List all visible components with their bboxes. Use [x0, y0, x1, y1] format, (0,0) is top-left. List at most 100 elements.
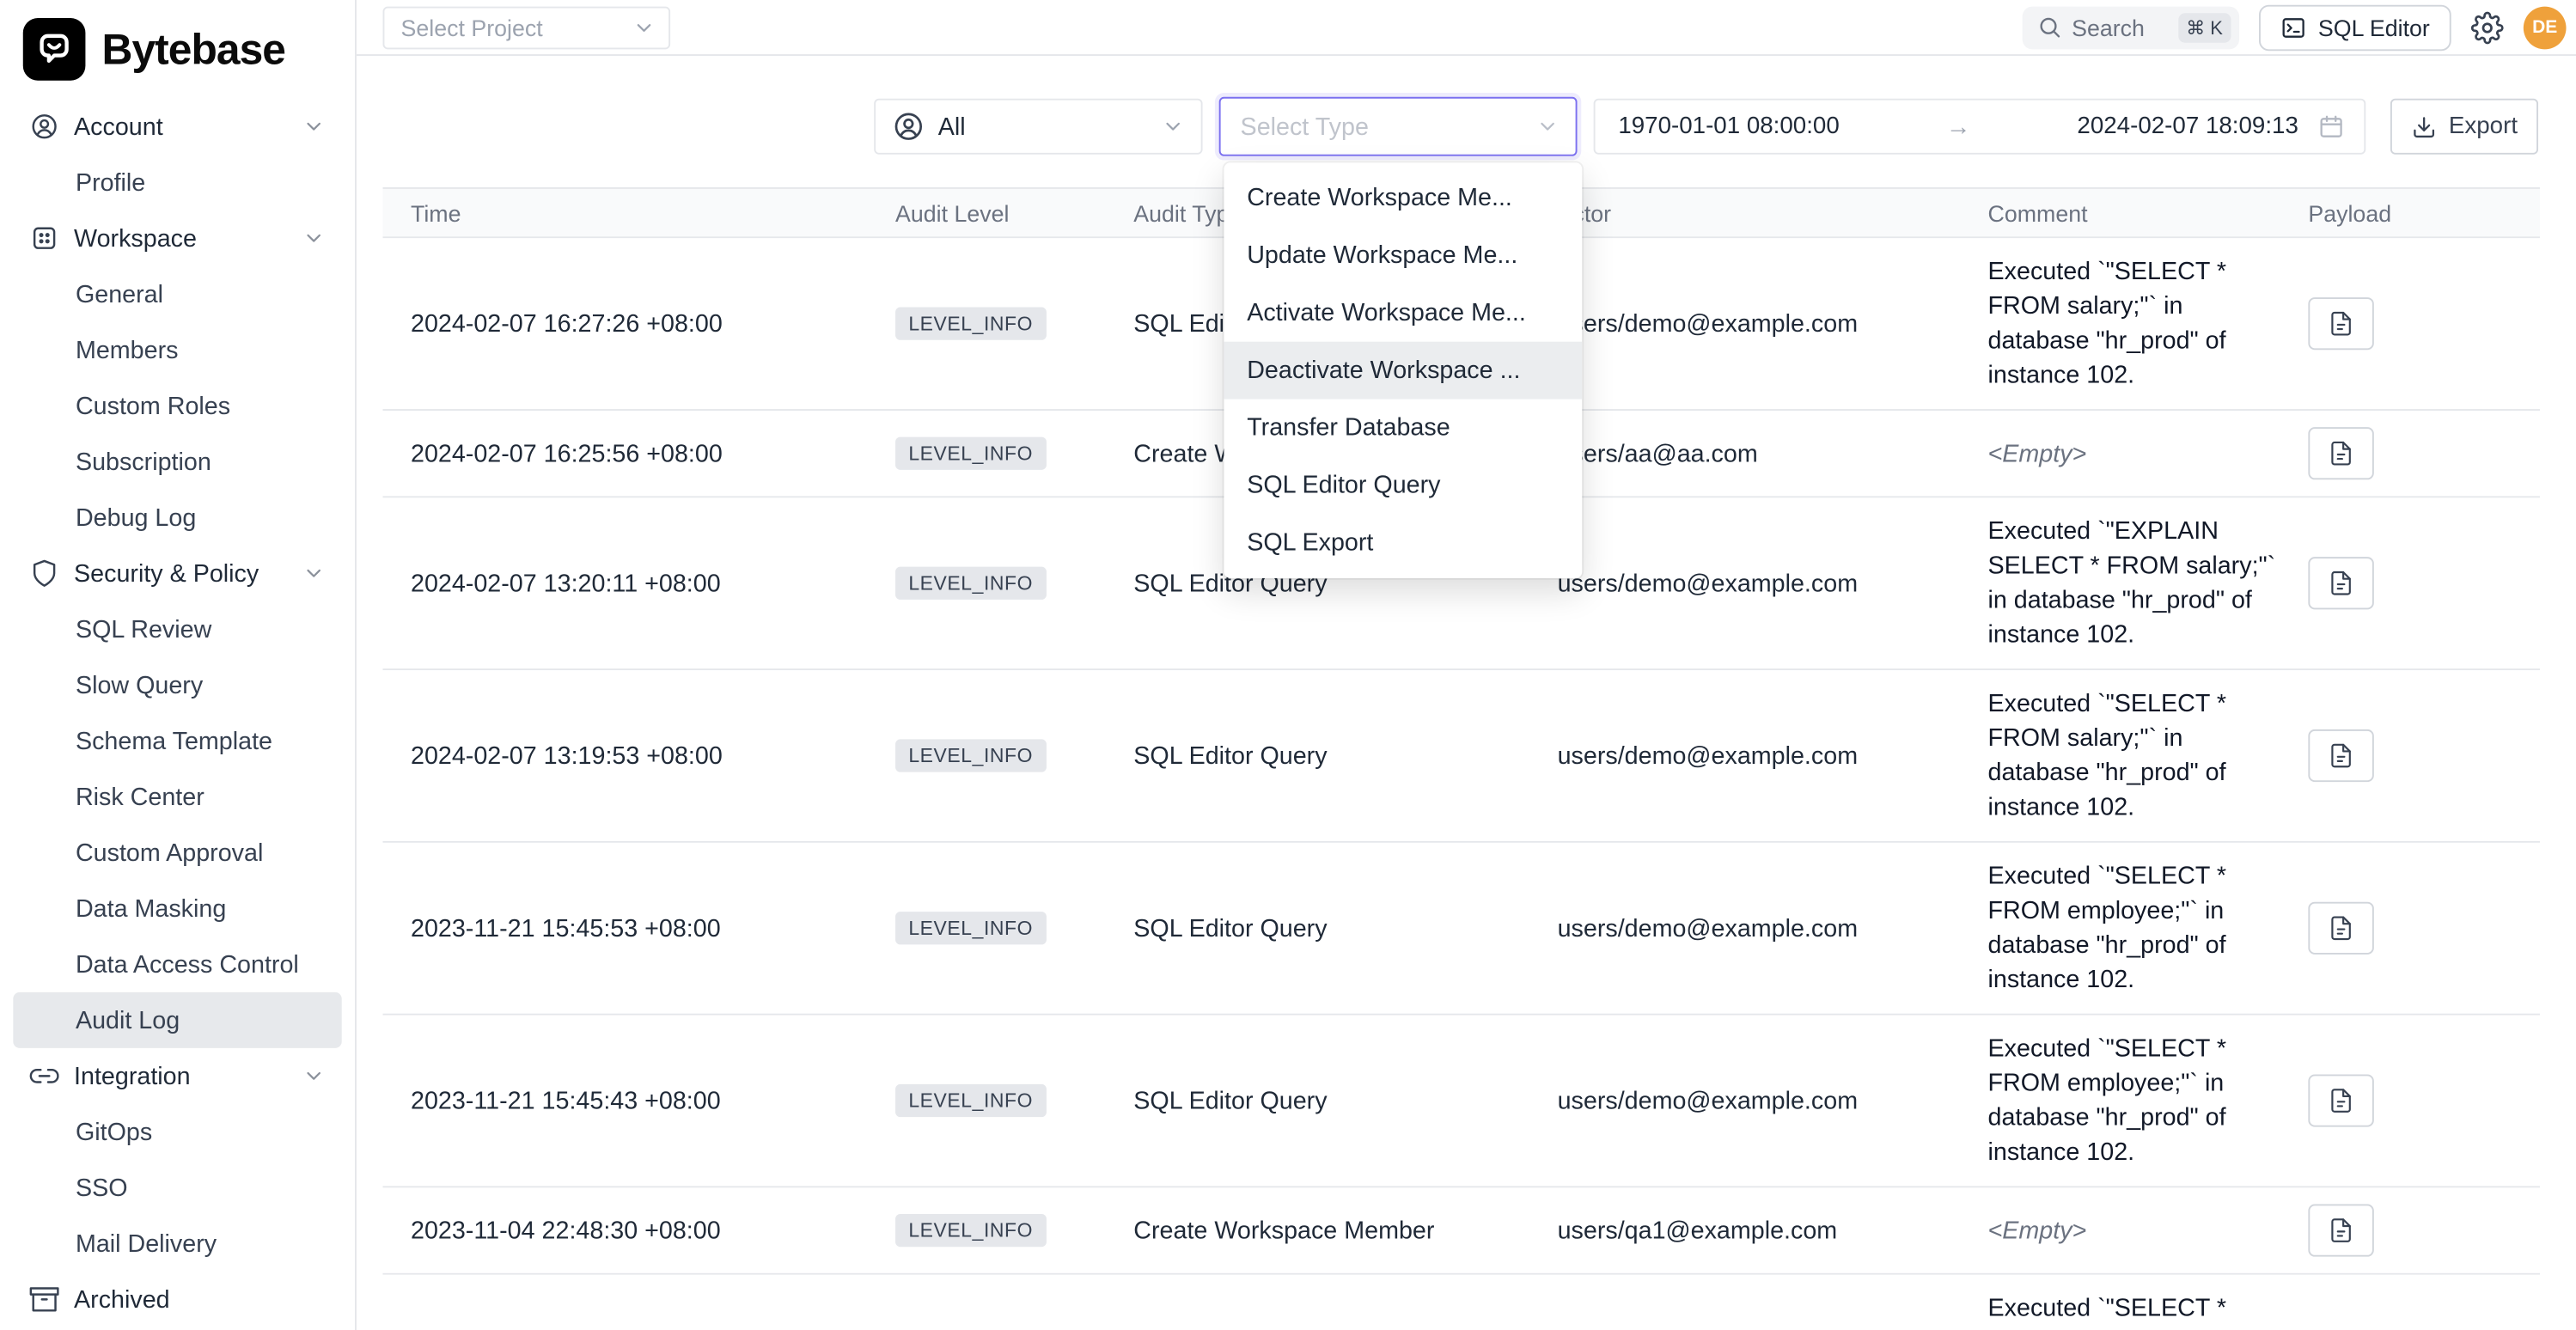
cell-time: 2023-11-04 22:48:30 +08:00 [382, 1217, 867, 1245]
type-menu-item[interactable]: Deactivate Workspace ... [1224, 342, 1582, 400]
cell-audit-level: LEVEL_INFO [868, 437, 1106, 470]
cell-payload [2280, 902, 2540, 955]
sidebar-item-profile[interactable]: Profile [13, 155, 341, 210]
cell-payload [2280, 1074, 2540, 1126]
comment-text: Executed `"SELECT * FROM employee;"` in … [1988, 863, 2226, 994]
sidebar-item-sql-review[interactable]: SQL Review [13, 601, 341, 657]
topbar-right-group: Search ⌘ K SQL Editor DE [2023, 4, 2567, 51]
sidebar-item-custom-roles[interactable]: Custom Roles [13, 378, 341, 434]
type-menu-item[interactable]: SQL Editor Query [1224, 457, 1582, 515]
sidebar-label: Workspace [74, 224, 197, 253]
sidebar-item-sso[interactable]: SSO [13, 1160, 341, 1216]
chevron-down-icon [302, 1065, 326, 1088]
sidebar-item-debug-log[interactable]: Debug Log [13, 490, 341, 546]
sidebar-section-security-policy[interactable]: Security & Policy [13, 546, 341, 601]
sidebar-label: Schema Template [76, 727, 272, 755]
sidebar-label: Custom Approval [76, 839, 263, 867]
comment-text: Executed `"EXPLAIN SELECT * FROM salary;… [1988, 517, 2276, 649]
level-badge: LEVEL_INFO [895, 739, 1046, 772]
level-badge: LEVEL_INFO [895, 567, 1046, 600]
cell-actor: users/demo@example.com [1529, 570, 1960, 598]
type-menu-item[interactable]: Create Workspace Me... [1224, 169, 1582, 227]
file-icon [2328, 915, 2354, 942]
sidebar-item-schema-template[interactable]: Schema Template [13, 713, 341, 769]
payload-view-button[interactable] [2308, 1204, 2373, 1256]
actor-filter-select[interactable]: All [874, 99, 1202, 155]
column-header-time: Time [382, 199, 867, 226]
payload-view-button[interactable] [2308, 297, 2373, 350]
sidebar-label: Members [76, 336, 179, 364]
date-range-start[interactable]: 1970-01-01 08:00:00 [1618, 113, 1839, 140]
sidebar-item-mail-delivery[interactable]: Mail Delivery [13, 1216, 341, 1272]
payload-view-button[interactable] [2308, 557, 2373, 609]
cell-audit-level: LEVEL_INFO [868, 739, 1106, 772]
sidebar-item-members[interactable]: Members [13, 322, 341, 378]
sidebar-label: Subscription [76, 448, 211, 476]
cell-time: 2023-11-21 15:45:53 +08:00 [382, 914, 867, 943]
chevron-down-icon [302, 115, 326, 138]
sidebar-label: Data Masking [76, 894, 226, 923]
calendar-icon[interactable] [2318, 113, 2345, 140]
sidebar-section-integration[interactable]: Integration [13, 1048, 341, 1104]
cell-time: 2024-02-07 13:20:11 +08:00 [382, 570, 867, 598]
export-button[interactable]: Export [2390, 99, 2538, 155]
sidebar-item-risk-center[interactable]: Risk Center [13, 769, 341, 825]
sql-editor-button[interactable]: SQL Editor [2259, 4, 2451, 51]
cell-time: 2023-11-21 15:45:43 +08:00 [382, 1087, 867, 1115]
cell-actor: users/demo@example.com [1529, 741, 1960, 770]
date-range-end[interactable]: 2024-02-07 18:09:13 [2077, 113, 2298, 140]
sidebar-section-account[interactable]: Account [13, 99, 341, 155]
cell-audit-type: SQL Editor Query [1106, 741, 1529, 770]
sidebar-nav: Account Profile Workspace General Member… [0, 92, 355, 1327]
cell-comment: Executed `"SELECT * FROM employee;"` in … [1960, 1032, 2280, 1170]
cell-audit-type: Create Workspace Member [1106, 1217, 1529, 1245]
table-row: 2023-11-04 21:26:24 +08:00 LEVEL_INFO SQ… [382, 1275, 2539, 1330]
user-circle-icon [29, 112, 58, 141]
type-menu-item[interactable]: Transfer Database [1224, 400, 1582, 457]
cell-comment: Executed `"EXPLAIN SELECT * FROM salary;… [1960, 514, 2280, 652]
bytebase-app: Bytebase Account Profile Workspace Gener… [0, 0, 2576, 1330]
chevron-down-icon [302, 562, 326, 585]
date-range-picker[interactable]: 1970-01-01 08:00:00 → 2024-02-07 18:09:1… [1594, 99, 2366, 155]
search-input[interactable]: Search ⌘ K [2023, 6, 2239, 49]
sidebar-label: Profile [76, 168, 145, 197]
sidebar-item-slow-query[interactable]: Slow Query [13, 657, 341, 713]
type-menu-item[interactable]: Activate Workspace Me... [1224, 284, 1582, 342]
cell-actor: users/qa1@example.com [1529, 1217, 1960, 1245]
level-badge: LEVEL_INFO [895, 912, 1046, 944]
payload-view-button[interactable] [2308, 902, 2373, 955]
type-filter-select[interactable]: Select Type [1219, 97, 1578, 156]
sidebar-label: Slow Query [76, 671, 203, 699]
payload-view-button[interactable] [2308, 427, 2373, 479]
cell-time: 2024-02-07 16:25:56 +08:00 [382, 439, 867, 467]
sidebar-item-general[interactable]: General [13, 266, 341, 322]
type-menu-item[interactable]: SQL Export [1224, 514, 1582, 571]
comment-text: <Empty> [1988, 439, 2087, 467]
settings-gear-icon[interactable] [2471, 10, 2504, 43]
cell-audit-type: SQL Editor Query [1106, 1087, 1529, 1115]
column-header-audit-level: Audit Level [868, 199, 1106, 226]
sidebar-section-workspace[interactable]: Workspace [13, 210, 341, 266]
bytebase-logo[interactable]: Bytebase [0, 0, 355, 92]
user-avatar[interactable]: DE [2524, 6, 2567, 49]
level-badge: LEVEL_INFO [895, 308, 1046, 340]
chevron-down-icon [1162, 115, 1185, 138]
cell-actor: users/aa@aa.com [1529, 439, 1960, 467]
cell-audit-level: LEVEL_INFO [868, 1084, 1106, 1117]
sidebar-item-subscription[interactable]: Subscription [13, 434, 341, 490]
sidebar-item-data-masking[interactable]: Data Masking [13, 881, 341, 936]
sidebar-item-data-access-control[interactable]: Data Access Control [13, 936, 341, 992]
payload-view-button[interactable] [2308, 729, 2373, 782]
project-select[interactable]: Select Project [382, 6, 670, 49]
sidebar-item-custom-approval[interactable]: Custom Approval [13, 825, 341, 881]
cell-comment: <Empty> [1960, 1213, 2280, 1248]
sidebar-item-gitops[interactable]: GitOps [13, 1104, 341, 1160]
payload-view-button[interactable] [2308, 1074, 2373, 1126]
sidebar-label: Mail Delivery [76, 1229, 217, 1258]
sidebar-item-audit-log[interactable]: Audit Log [13, 992, 341, 1048]
sidebar-label: Risk Center [76, 783, 204, 811]
type-menu-item[interactable]: Update Workspace Me... [1224, 227, 1582, 284]
sidebar-section-archived[interactable]: Archived [13, 1272, 341, 1327]
project-select-placeholder: Select Project [401, 14, 543, 40]
sql-editor-label: SQL Editor [2318, 14, 2430, 40]
